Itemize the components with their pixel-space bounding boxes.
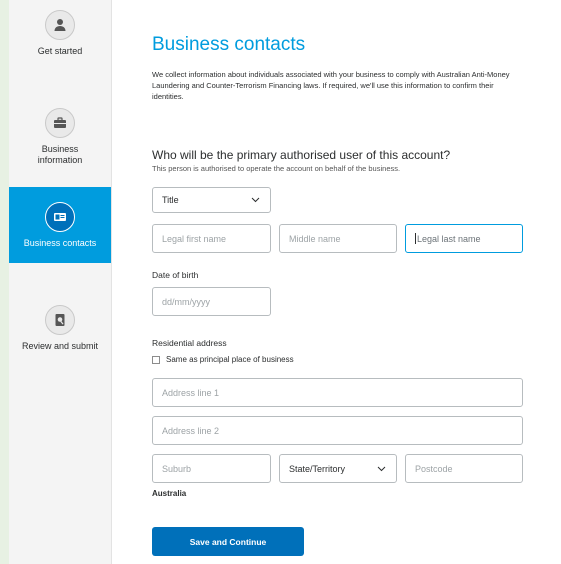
section-heading: Who will be the primary authorised user … xyxy=(152,148,451,162)
step-business-information[interactable]: Business information xyxy=(9,108,111,178)
state-select-value: State/Territory xyxy=(289,463,346,474)
suburb-field[interactable]: Suburb xyxy=(152,454,271,483)
section-subheading: This person is authorised to operate the… xyxy=(152,164,401,173)
page-title: Business contacts xyxy=(152,34,306,55)
last-name-placeholder: Legal last name xyxy=(417,233,481,244)
address-line-2-field[interactable]: Address line 2 xyxy=(152,416,523,445)
intro-text: We collect information about individuals… xyxy=(152,70,510,101)
step-label: Review and submit xyxy=(21,341,99,351)
id-card-icon xyxy=(45,202,75,232)
last-name-field[interactable]: Legal last name xyxy=(405,224,523,253)
step-business-contacts[interactable]: Business contacts xyxy=(9,187,111,263)
page: Get started Business information Busines… xyxy=(9,0,561,564)
postcode-field[interactable]: Postcode xyxy=(405,454,523,483)
middle-name-field[interactable]: Middle name xyxy=(279,224,397,253)
person-icon xyxy=(45,10,75,40)
progress-sidebar: Get started Business information Busines… xyxy=(9,0,112,564)
step-review-and-submit[interactable]: Review and submit xyxy=(9,305,111,355)
dob-label: Date of birth xyxy=(152,270,199,280)
review-icon xyxy=(45,305,75,335)
country-label: Australia xyxy=(152,489,187,498)
step-label: Get started xyxy=(37,46,83,56)
title-select-value: Title xyxy=(162,195,179,205)
step-get-started[interactable]: Get started xyxy=(9,10,111,70)
same-as-business-checkbox[interactable] xyxy=(152,356,160,364)
step-label: Business contacts xyxy=(23,238,97,248)
same-as-business-label[interactable]: Same as principal place of business xyxy=(166,355,294,364)
save-and-continue-button[interactable]: Save and Continue xyxy=(152,527,304,556)
address-label: Residential address xyxy=(152,338,227,348)
first-name-field[interactable]: Legal first name xyxy=(152,224,271,253)
chevron-down-icon xyxy=(377,466,386,471)
address-line-1-field[interactable]: Address line 1 xyxy=(152,378,523,407)
title-select[interactable]: Title xyxy=(152,187,271,213)
state-select[interactable]: State/Territory xyxy=(279,454,397,483)
dob-field[interactable]: dd/mm/yyyy xyxy=(152,287,271,316)
text-cursor xyxy=(415,233,416,244)
chevron-down-icon xyxy=(251,197,260,203)
step-label: Business information xyxy=(37,144,83,165)
briefcase-icon xyxy=(45,108,75,138)
